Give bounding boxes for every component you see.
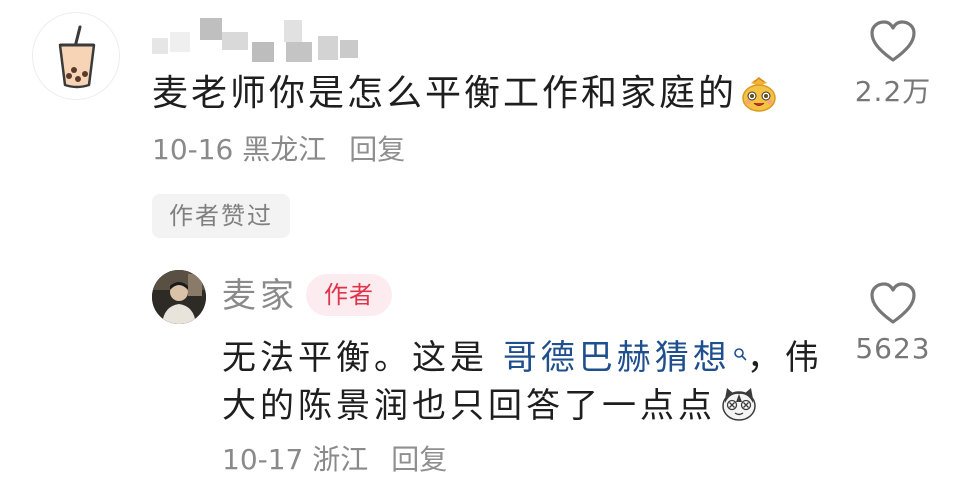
- cat-face-emoji-icon: [722, 388, 756, 421]
- commenter-avatar[interactable]: [32, 12, 120, 100]
- reply-date: 10-17: [222, 443, 304, 476]
- reply-text[interactable]: 无法平衡。这是 哥德巴赫猜想 ，伟 大的陈景润也只回答了一点点: [222, 334, 822, 430]
- author-name[interactable]: 麦家: [222, 276, 298, 316]
- comment-text[interactable]: 麦老师你是怎么平衡工作和家庭的: [152, 68, 779, 120]
- author-avatar[interactable]: [152, 270, 206, 324]
- reply-text-line2: 大的陈景润也只回答了一点点: [222, 386, 716, 426]
- reply-reply-button[interactable]: 回复: [391, 443, 447, 476]
- comment-reply-button[interactable]: 回复: [349, 133, 405, 166]
- heart-icon[interactable]: [869, 282, 917, 326]
- comment-location: 黑龙江: [242, 133, 327, 166]
- comment-date: 10-16: [152, 133, 234, 166]
- comment-like-button[interactable]: 2.2万: [838, 20, 948, 110]
- bubble-tea-icon: [33, 13, 119, 99]
- reply-text-after: ，伟: [746, 338, 823, 378]
- author-badge: 作者: [306, 274, 392, 316]
- topic-link[interactable]: 哥德巴赫猜想: [503, 338, 731, 378]
- reply-like-button[interactable]: 5623: [838, 282, 948, 365]
- reply-text-before: 无法平衡。这是: [222, 338, 503, 378]
- comment-like-count: 2.2万: [854, 75, 932, 108]
- reply-location: 浙江: [312, 443, 369, 476]
- search-icon: [734, 348, 747, 361]
- comment-body: 麦老师你是怎么平衡工作和家庭的: [152, 73, 738, 114]
- reply-line-2: 大的陈景润也只回答了一点点: [222, 382, 822, 430]
- heart-icon[interactable]: [869, 20, 917, 64]
- comment-meta: 10-16 黑龙江 回复: [152, 132, 405, 168]
- money-bag-emoji-icon: [742, 77, 776, 112]
- reply-like-count: 5623: [855, 332, 931, 365]
- author-photo-icon: [152, 270, 206, 324]
- commenter-username-redacted: [152, 18, 362, 64]
- reply-line-1: 无法平衡。这是 哥德巴赫猜想 ，伟: [222, 334, 822, 382]
- author-liked-tag: 作者赞过: [152, 194, 290, 238]
- reply-meta: 10-17 浙江 回复: [222, 442, 447, 478]
